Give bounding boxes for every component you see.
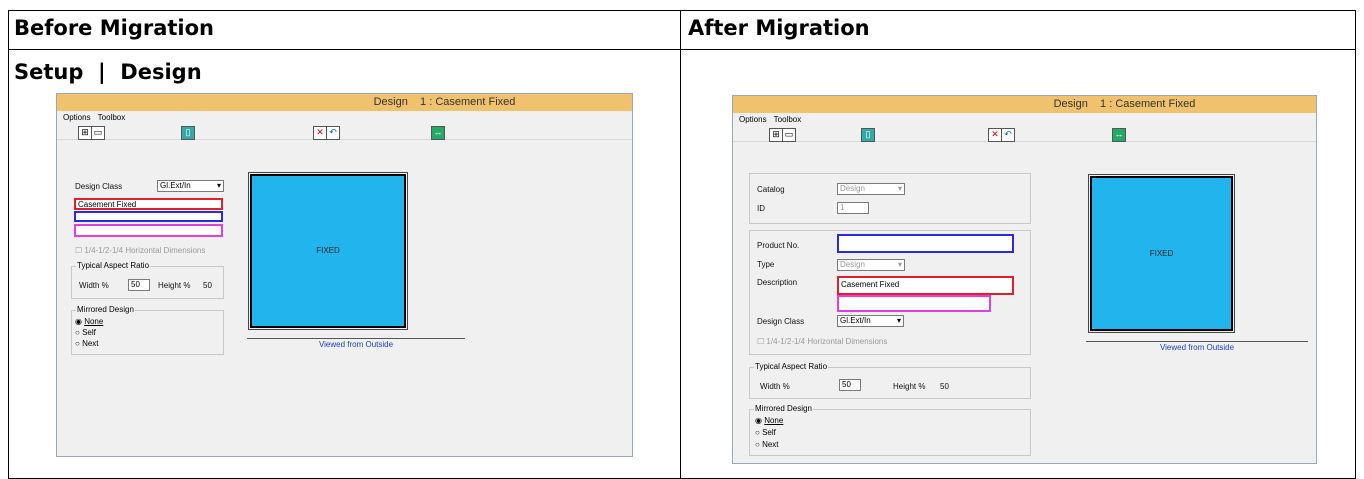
preview-label: FIXED	[1149, 248, 1174, 258]
radio-next[interactable]: ○ Next	[755, 440, 779, 449]
type-label: Type	[757, 260, 775, 269]
viewed-from-label: Viewed from Outside	[1159, 343, 1235, 352]
width-input[interactable]: 50	[128, 279, 150, 291]
product-no-field[interactable]	[74, 211, 223, 222]
undo-icon[interactable]: ↶	[1001, 128, 1015, 142]
extra-field[interactable]	[837, 295, 991, 312]
catalog-label: Catalog	[757, 185, 785, 194]
panel-icon[interactable]: ▭	[91, 126, 105, 140]
toolbar: ⊞ ▭ ▯ ✕ ↶ ↔	[57, 125, 632, 140]
catalog-select[interactable]: Design	[837, 183, 905, 195]
before-design-window: Design 1 : Casement Fixed Options Toolbo…	[56, 93, 633, 457]
mirrored-group: Mirrored Design ◉ None ○ Self ○ Next	[749, 404, 1031, 456]
height-label: Height %	[158, 281, 191, 290]
product-no-field[interactable]	[837, 234, 1014, 253]
description-value: Casement Fixed	[841, 280, 900, 289]
delete-icon[interactable]: ✕	[988, 128, 1002, 142]
door-icon[interactable]: ▯	[861, 128, 875, 142]
horiz-dims-checkbox[interactable]: ☐ 1/4-1/2-1/4 Horizontal Dimensions	[75, 246, 205, 255]
after-design-window: Design 1 : Casement Fixed Options Toolbo…	[732, 95, 1317, 464]
design-class-select[interactable]: Gl.Ext/In	[837, 315, 904, 327]
width-label: Width %	[79, 281, 109, 290]
description-field[interactable]: Casement Fixed	[837, 276, 1014, 295]
width-input[interactable]: 50	[839, 379, 861, 391]
design-preview: FIXED	[1088, 174, 1235, 333]
radio-self-label: Self	[82, 328, 96, 337]
undo-icon[interactable]: ↶	[326, 126, 340, 140]
radio-none[interactable]: ◉ None	[755, 416, 783, 425]
viewed-from-label: Viewed from Outside	[318, 340, 394, 349]
extra-field[interactable]	[74, 224, 223, 237]
menu-options[interactable]: Options	[63, 113, 91, 122]
horiz-dims-checkbox[interactable]: ☐ 1/4-1/2-1/4 Horizontal Dimensions	[757, 337, 887, 346]
type-select[interactable]: Design	[837, 259, 905, 271]
after-heading: After Migration	[688, 16, 870, 40]
aspect-ratio-group: Typical Aspect Ratio Width % 50 Height %…	[71, 261, 224, 299]
preview-baseline	[1086, 341, 1308, 342]
window-title: Design 1 : Casement Fixed	[733, 96, 1316, 113]
radio-none-label: None	[764, 416, 784, 425]
preview-baseline	[247, 338, 465, 339]
panel-icon[interactable]: ▭	[782, 128, 796, 142]
door-icon[interactable]: ▯	[181, 126, 195, 140]
radio-self-label: Self	[762, 428, 776, 437]
mirrored-title: Mirrored Design	[754, 404, 813, 413]
menu-bar: Options Toolbox	[739, 115, 806, 124]
radio-none-label: None	[84, 317, 104, 326]
radio-next[interactable]: ○ Next	[75, 339, 99, 348]
before-heading: Before Migration	[14, 16, 214, 40]
design-preview: FIXED	[248, 172, 408, 330]
aspect-ratio-title: Typical Aspect Ratio	[754, 362, 829, 371]
window-title: Design 1 : Casement Fixed	[57, 94, 632, 111]
height-value: 50	[940, 382, 949, 391]
product-no-label: Product No.	[757, 241, 800, 250]
delete-icon[interactable]: ✕	[313, 126, 327, 140]
menu-toolbox[interactable]: Toolbox	[98, 113, 126, 122]
height-value: 50	[203, 281, 212, 290]
description-value: Casement Fixed	[78, 200, 137, 209]
height-label: Height %	[893, 382, 926, 391]
radio-none[interactable]: ◉ None	[75, 317, 103, 326]
catalog-group: Catalog Design ID 1	[749, 173, 1031, 224]
radio-self[interactable]: ○ Self	[755, 428, 776, 437]
breadcrumb: Setup | Design	[14, 60, 202, 84]
description-field[interactable]: Casement Fixed	[74, 198, 223, 210]
id-input[interactable]: 1	[837, 202, 869, 214]
aspect-ratio-group: Typical Aspect Ratio Width % 50 Height %…	[749, 362, 1031, 399]
id-label: ID	[757, 204, 765, 213]
toolbar: ⊞ ▭ ▯ ✕ ↶ ↔	[733, 127, 1316, 142]
description-label: Description	[757, 278, 798, 287]
design-class-label: Design Class	[757, 317, 805, 326]
menu-options[interactable]: Options	[739, 115, 767, 124]
arrow-icon[interactable]: ↔	[1112, 128, 1126, 142]
mirrored-title: Mirrored Design	[76, 305, 135, 314]
menu-toolbox[interactable]: Toolbox	[774, 115, 802, 124]
menu-bar: Options Toolbox	[63, 113, 130, 122]
arrow-icon[interactable]: ↔	[431, 126, 445, 140]
radio-self[interactable]: ○ Self	[75, 328, 96, 337]
mirrored-group: Mirrored Design ◉ None ○ Self ○ Next	[71, 305, 224, 355]
radio-next-label: Next	[82, 339, 99, 348]
design-class-select[interactable]: Gl.Ext/In	[157, 180, 224, 192]
grid-icon[interactable]: ⊞	[769, 128, 783, 142]
radio-next-label: Next	[762, 440, 779, 449]
aspect-ratio-title: Typical Aspect Ratio	[76, 261, 151, 270]
design-class-label: Design Class	[75, 182, 123, 191]
horiz-dims-label: 1/4-1/2-1/4 Horizontal Dimensions	[84, 246, 206, 255]
horiz-dims-label: 1/4-1/2-1/4 Horizontal Dimensions	[766, 337, 888, 346]
grid-icon[interactable]: ⊞	[78, 126, 92, 140]
width-label: Width %	[760, 382, 790, 391]
preview-label: FIXED	[316, 246, 340, 255]
